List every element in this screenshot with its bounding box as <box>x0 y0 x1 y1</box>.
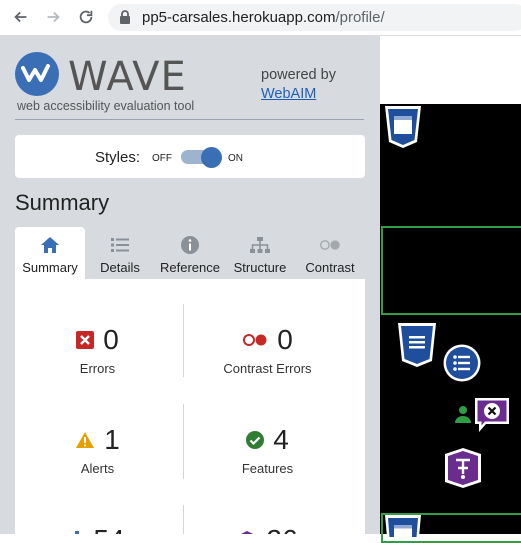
back-arrow-icon <box>14 11 27 23</box>
tab-details-label: Details <box>100 260 140 275</box>
structure-count: 54 <box>93 524 124 534</box>
url-text: pp5-carsales.herokuapp.com/profile/ <box>142 9 385 26</box>
styles-toggle-box: Styles: OFF ON <box>15 135 365 178</box>
contrast-error-icon <box>243 334 267 346</box>
stat-features[interactable]: 4 Features <box>185 423 350 476</box>
powered-by: powered by WebAIM <box>261 66 336 104</box>
wave-logo-text: WAVE <box>68 54 187 100</box>
error-icon <box>76 331 95 349</box>
feature-check-icon <box>246 431 265 449</box>
stat-structure[interactable]: 54 <box>15 523 180 534</box>
header-divider <box>15 119 364 120</box>
sitemap-icon <box>249 235 271 255</box>
header-structure-icon[interactable] <box>383 106 423 148</box>
contrast-errors-label: Contrast Errors <box>223 361 312 376</box>
list-icon <box>109 235 131 255</box>
stats-divider <box>183 304 184 377</box>
summary-heading: Summary <box>15 190 110 215</box>
alert-icon <box>76 432 95 448</box>
toggle-on-label: ON <box>228 153 243 164</box>
features-label: Features <box>241 461 294 476</box>
url-path: /profile/ <box>335 9 385 26</box>
structure-outline <box>381 226 521 315</box>
back-button[interactable] <box>10 6 32 28</box>
styles-label: Styles: <box>95 149 141 166</box>
stat-errors[interactable]: 0 Errors <box>15 323 180 376</box>
main-structure-icon[interactable] <box>396 323 438 367</box>
tab-summary[interactable]: Summary <box>15 227 85 279</box>
wave-logo-icon <box>15 52 59 96</box>
summary-content: 0 Errors 0 Contrast Errors 1 Alerts 4 Fe… <box>15 279 365 534</box>
lock-icon <box>120 10 130 24</box>
errors-label: Errors <box>79 361 116 376</box>
reload-icon <box>79 10 93 24</box>
toggle-off-label: OFF <box>152 153 172 164</box>
aria-label-icon[interactable] <box>472 395 512 435</box>
forward-arrow-icon <box>47 11 60 23</box>
aria-tabindex-icon[interactable] <box>443 448 483 488</box>
url-domain: pp5-carsales.herokuapp.com <box>142 9 336 26</box>
person-feature-icon[interactable] <box>454 404 472 424</box>
tab-details[interactable]: Details <box>85 227 155 279</box>
info-icon <box>179 235 201 255</box>
address-bar[interactable]: pp5-carsales.herokuapp.com/profile/ <box>108 4 521 31</box>
stat-alerts[interactable]: 1 Alerts <box>15 423 180 476</box>
stats-divider <box>183 404 184 479</box>
stat-contrast-errors[interactable]: 0 Contrast Errors <box>185 323 350 376</box>
webaim-link[interactable]: WebAIM <box>261 86 316 102</box>
stats-divider <box>183 505 184 534</box>
forward-button[interactable] <box>42 6 64 28</box>
powered-by-text: powered by <box>261 67 336 83</box>
alerts-count: 1 <box>104 424 120 455</box>
tab-reference[interactable]: Reference <box>155 227 225 279</box>
browser-toolbar: pp5-carsales.herokuapp.com/profile/ <box>0 0 521 36</box>
tab-structure[interactable]: Structure <box>225 227 295 279</box>
list-structure-icon[interactable] <box>443 344 481 382</box>
tab-contrast[interactable]: Contrast <box>295 227 365 279</box>
wave-tabs: Summary Details Reference Structure Cont… <box>15 227 365 279</box>
tab-reference-label: Reference <box>160 260 220 275</box>
reload-button[interactable] <box>75 6 97 28</box>
contrast-icon <box>319 235 341 255</box>
features-count: 4 <box>273 424 289 455</box>
home-icon <box>39 235 61 255</box>
tab-summary-label: Summary <box>22 260 78 275</box>
tab-structure-label: Structure <box>233 260 287 275</box>
alerts-label: Alerts <box>80 461 115 476</box>
wave-sidebar: WAVE web accessibility evaluation tool p… <box>0 36 380 534</box>
wave-header: WAVE web accessibility evaluation tool p… <box>0 36 380 120</box>
styles-toggle-knob[interactable] <box>201 147 222 168</box>
errors-count: 0 <box>103 324 119 355</box>
aria-count: 26 <box>266 524 297 534</box>
wave-tagline: web accessibility evaluation tool <box>17 99 195 113</box>
contrast-errors-count: 0 <box>277 324 293 355</box>
stat-aria[interactable]: 26 <box>185 523 350 534</box>
tab-contrast-label: Contrast <box>305 260 355 275</box>
